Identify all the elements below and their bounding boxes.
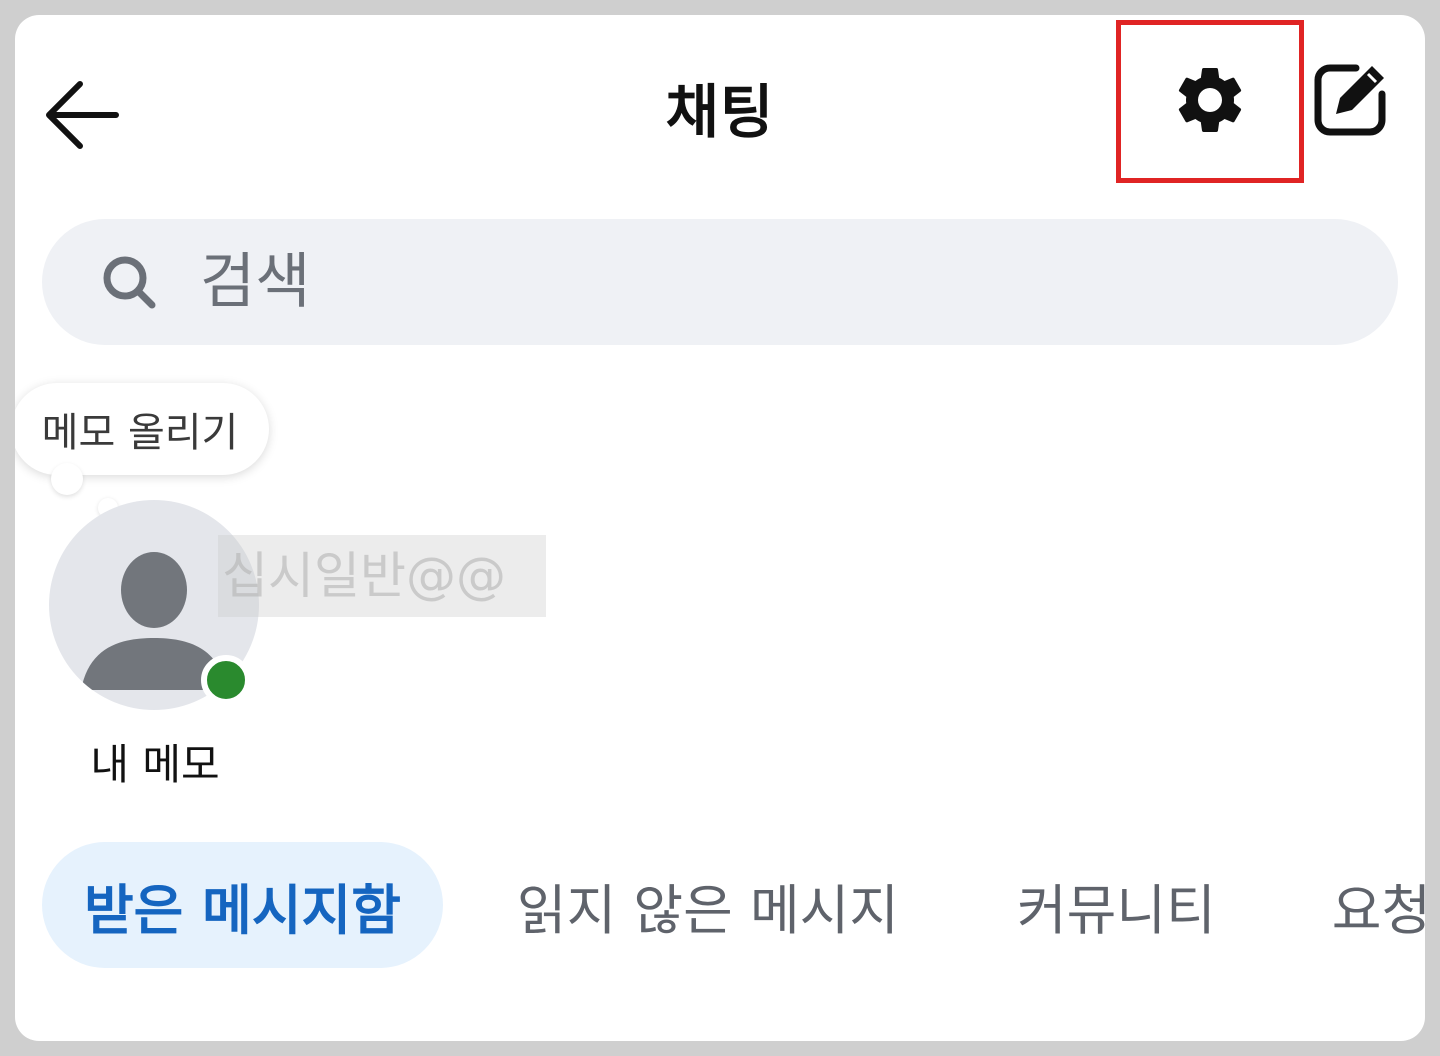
compose-button[interactable] <box>1305 55 1395 145</box>
compose-icon <box>1314 64 1386 136</box>
chat-screen: 채팅 메모 올리기 십시일반@@ 내 메모 받은 메시지함 읽 <box>15 15 1425 1041</box>
tab-unread[interactable]: 읽지 않은 메시지 <box>517 842 899 968</box>
search-input[interactable] <box>200 247 1300 317</box>
tab-inbox[interactable]: 받은 메시지함 <box>42 842 443 968</box>
tab-requests[interactable]: 요청 <box>1332 842 1425 968</box>
watermark: 십시일반@@ <box>218 535 546 617</box>
bubble-tail-dot <box>51 463 83 495</box>
online-status-dot <box>201 655 251 705</box>
highlight-box <box>1116 20 1304 183</box>
memo-bubble[interactable]: 메모 올리기 <box>15 383 269 475</box>
search-bar[interactable] <box>42 219 1398 345</box>
search-icon <box>103 256 156 309</box>
my-memo-label: 내 메모 <box>90 740 220 789</box>
tab-community[interactable]: 커뮤니티 <box>1017 842 1216 968</box>
tab-bar: 받은 메시지함 읽지 않은 메시지 커뮤니티 요청 <box>42 842 1425 968</box>
